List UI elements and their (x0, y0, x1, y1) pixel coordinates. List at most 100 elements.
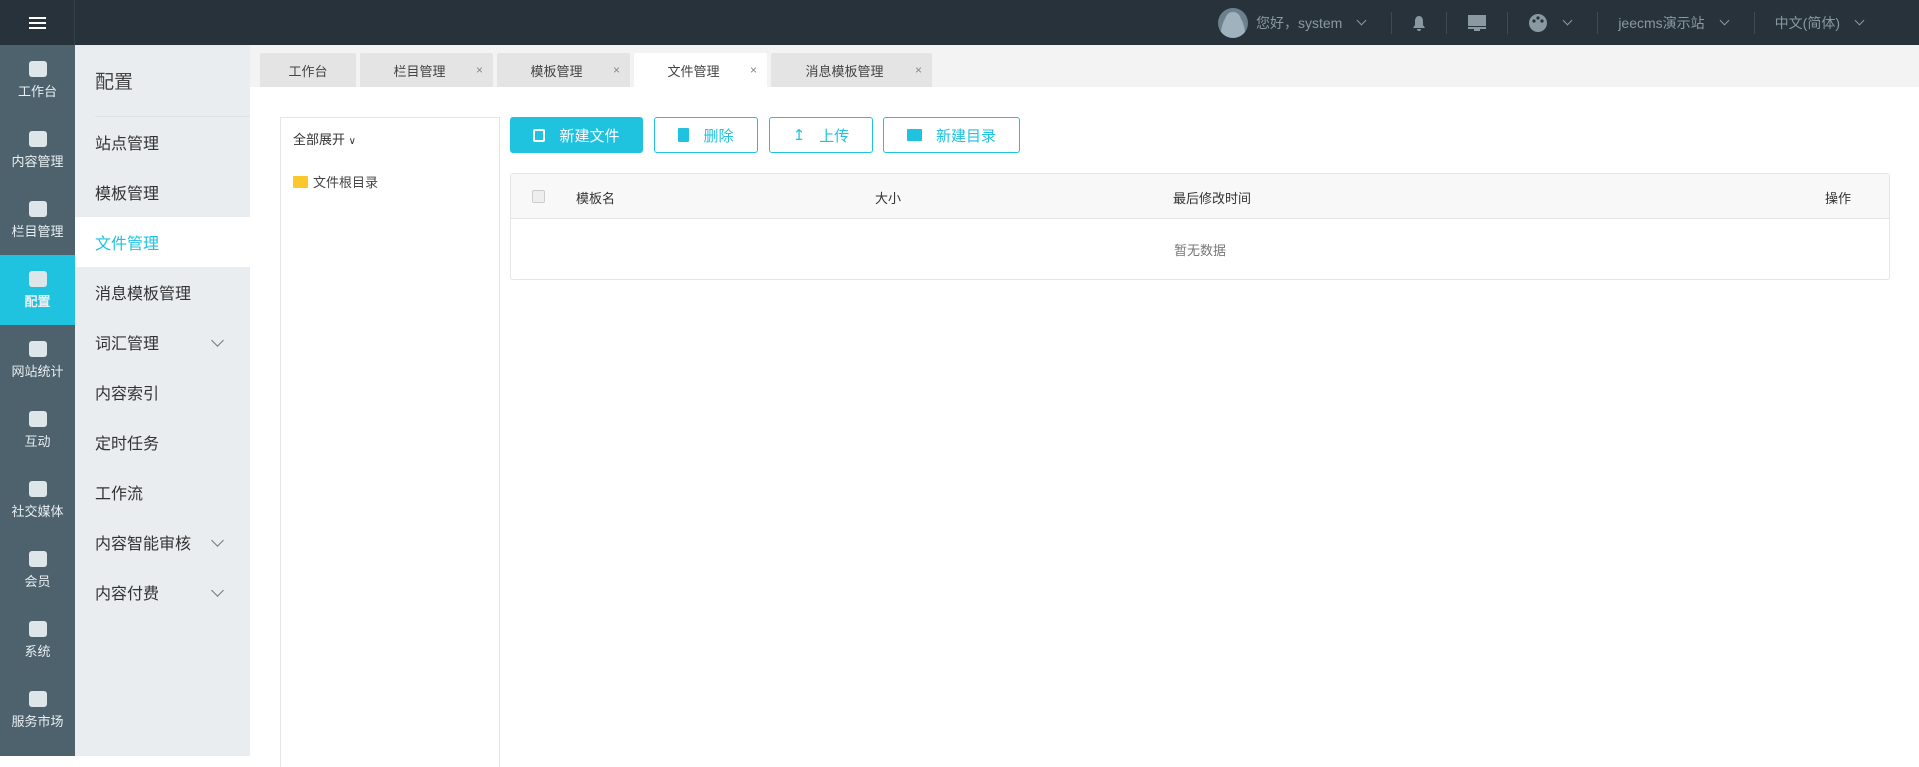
close-icon[interactable]: × (613, 63, 620, 77)
submenu-item[interactable]: 工作流 (75, 467, 250, 517)
chevron-down-icon (1854, 15, 1865, 26)
submenu-item[interactable]: 消息模板管理 (75, 267, 250, 317)
submenu-item-label: 定时任务 (95, 436, 160, 453)
tab-label: 工作台 (288, 63, 328, 79)
submenu-item[interactable]: 站点管理 (75, 117, 250, 167)
submenu-item[interactable]: 文件管理 (75, 217, 250, 267)
nav-item[interactable]: 栏目管理 (0, 185, 75, 255)
tab[interactable]: 模板管理 × (497, 53, 630, 87)
close-icon[interactable]: × (915, 63, 922, 77)
column-actions: 操作 (1824, 191, 1851, 206)
submenu-item-label: 工作流 (95, 486, 144, 503)
home-icon (28, 60, 47, 77)
member-icon (28, 550, 47, 567)
submenu-item-label: 内容付费 (95, 586, 160, 603)
tab-bar: 工作台 栏目管理 × 模板管理 × 文件管理 × 消息模板管理 × (250, 45, 1919, 87)
submenu-item[interactable]: 内容索引 (75, 367, 250, 417)
chevron-down-icon (211, 333, 224, 347)
file-tree: 全部展开 ∨ 文件根目录 (280, 117, 500, 767)
tab[interactable]: 栏目管理 × (360, 53, 493, 87)
expand-all-button[interactable]: 全部展开 ∨ (293, 129, 356, 148)
site-selector[interactable]: jeecms演示站 (1597, 11, 1753, 34)
chevron-down-icon (211, 583, 224, 597)
empty-state: 暂无数据 (1173, 242, 1226, 258)
folder-icon (293, 175, 308, 188)
delete-button[interactable]: 删除 (654, 117, 758, 153)
submenu-item-label: 内容智能审核 (95, 536, 192, 553)
close-icon[interactable]: × (476, 63, 483, 77)
sub-nav: 配置 站点管理模板管理文件管理消息模板管理 词汇管理内容索引定时任务工作流内容智能… (75, 45, 250, 756)
nav-item-label: 网站统计 (11, 363, 64, 379)
new-file-button[interactable]: 新建文件 (510, 117, 643, 153)
tab[interactable]: 工作台 (260, 53, 356, 87)
column-modified: 最后修改时间 (1173, 191, 1252, 206)
layers-icon (28, 200, 47, 217)
chart-icon (28, 340, 47, 357)
nav-item-label: 系统 (24, 643, 51, 659)
notification-bell-icon[interactable] (1391, 11, 1446, 34)
chevron-down-icon (211, 533, 224, 547)
submenu-title: 配置 (95, 45, 250, 117)
language-name: 中文(简体) (1774, 14, 1840, 31)
nav-item-label: 工作台 (17, 83, 57, 99)
submenu-item[interactable]: 定时任务 (75, 417, 250, 467)
nav-item-label: 互动 (24, 433, 51, 449)
nav-item-label: 栏目管理 (11, 223, 64, 239)
greeting: 您好，system (1255, 14, 1343, 31)
social-icon (28, 480, 47, 497)
nav-item[interactable]: 系统 (0, 605, 75, 675)
submenu-item-label: 模板管理 (95, 186, 160, 203)
menu-toggle-icon[interactable] (0, 0, 75, 45)
submenu-item-label: 词汇管理 (95, 336, 160, 353)
tab-label: 消息模板管理 (805, 63, 884, 79)
nav-item-label: 会员 (24, 573, 51, 589)
user-menu[interactable]: 您好，system (1198, 7, 1391, 38)
language-selector[interactable]: 中文(简体) (1753, 11, 1919, 34)
select-all-checkbox[interactable] (532, 190, 545, 203)
nav-item[interactable]: 网站统计 (0, 325, 75, 395)
trash-icon (678, 128, 690, 142)
chevron-down-icon (1562, 15, 1573, 26)
submenu-item[interactable]: 内容付费 (75, 567, 250, 617)
tab[interactable]: 文件管理 × (634, 53, 767, 87)
gear-icon (28, 620, 47, 637)
upload-button[interactable]: ↥ 上传 (769, 117, 873, 153)
close-icon[interactable]: × (750, 63, 757, 77)
tree-node-root[interactable]: 文件根目录 (293, 172, 378, 191)
nav-item[interactable]: 互动 (0, 395, 75, 465)
upload-icon: ↥ (792, 127, 806, 144)
submenu-item[interactable]: 内容智能审核 (75, 517, 250, 567)
nav-item[interactable]: 内容管理 (0, 115, 75, 185)
avatar (1217, 7, 1248, 38)
site-name: jeecms演示站 (1618, 14, 1705, 31)
tree-node-label: 文件根目录 (313, 175, 379, 190)
submenu-item[interactable]: 模板管理 (75, 167, 250, 217)
column-name: 模板名 (576, 191, 616, 206)
tab-label: 栏目管理 (393, 63, 446, 79)
theme-palette-icon[interactable] (1507, 11, 1597, 34)
nav-item[interactable]: 配置 (0, 255, 75, 325)
folder-icon (906, 129, 922, 141)
chevron-down-icon (1356, 15, 1367, 26)
new-directory-button[interactable]: 新建目录 (883, 117, 1020, 153)
service-icon (28, 690, 47, 707)
chevron-down-icon (1719, 15, 1730, 26)
monitor-icon[interactable] (1446, 11, 1507, 34)
tab-label: 文件管理 (667, 63, 720, 79)
nav-item[interactable]: 社交媒体 (0, 465, 75, 535)
submenu-item[interactable]: 词汇管理 (75, 317, 250, 367)
tab[interactable]: 消息模板管理 × (771, 53, 932, 87)
content-icon (28, 130, 47, 147)
nav-item[interactable]: 会员 (0, 535, 75, 605)
nav-item-label: 配置 (24, 293, 51, 309)
new-file-icon (533, 128, 546, 142)
nav-item[interactable]: 工作台 (0, 45, 75, 115)
nav-item[interactable]: 服务市场 (0, 675, 75, 745)
top-bar: 您好，system jeecms演示站 中文(简体) (0, 0, 1919, 45)
submenu-item-label: 消息模板管理 (95, 286, 192, 303)
nav-item-label: 服务市场 (11, 713, 64, 729)
file-table: 模板名 大小 最后修改时间 操作 暂无数据 (510, 173, 1890, 280)
table-header: 模板名 大小 最后修改时间 操作 (511, 174, 1889, 219)
cube-icon (28, 270, 47, 287)
nav-item-label: 内容管理 (11, 153, 64, 169)
